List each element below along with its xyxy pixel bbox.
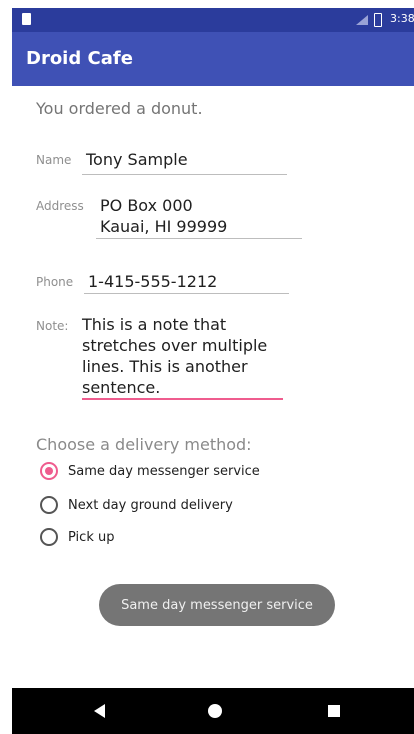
address-underline [96,238,302,239]
delivery-title: Choose a delivery method: [36,435,252,454]
note-underline-focused [82,398,283,400]
radio-unchecked-icon[interactable] [40,496,58,514]
name-field[interactable]: Tony Sample [86,149,188,170]
navigation-bar [12,688,414,734]
radio-pick-up[interactable]: Pick up [40,525,114,549]
radio-label-pick-up: Pick up [68,529,115,545]
signal-icon [356,15,368,25]
app-bar: Droid Cafe [12,32,414,86]
battery-icon [374,13,382,27]
name-underline [82,174,287,175]
phone-field[interactable]: 1-415-555-1212 [88,271,217,292]
phone-underline [84,293,289,294]
app-screen: 3:38 Droid Cafe You ordered a donut. Nam… [0,0,414,734]
radio-checked-icon[interactable] [40,462,58,480]
status-bar: 3:38 [12,8,414,32]
radio-same-day[interactable]: Same day messenger service [40,459,260,483]
name-label: Name [36,153,72,167]
status-time: 3:38 [390,12,414,25]
note-label: Note: [36,319,69,333]
radio-next-day[interactable]: Next day ground delivery [40,493,233,517]
address-field[interactable]: PO Box 000 Kauai, HI 99999 [100,195,227,237]
phone-label: Phone [36,275,74,289]
sd-card-icon [22,13,31,25]
order-message: You ordered a donut. [36,99,203,118]
address-label: Address [36,199,84,213]
back-icon[interactable] [94,704,105,718]
radio-label-next-day: Next day ground delivery [68,497,233,513]
toast-message: Same day messenger service [99,584,335,626]
radio-label-same-day: Same day messenger service [68,463,260,479]
recents-icon[interactable] [328,705,340,717]
note-field[interactable]: This is a note that stretches over multi… [82,314,267,398]
app-title: Droid Cafe [26,48,133,69]
home-icon[interactable] [208,704,222,718]
radio-unchecked-icon[interactable] [40,528,58,546]
